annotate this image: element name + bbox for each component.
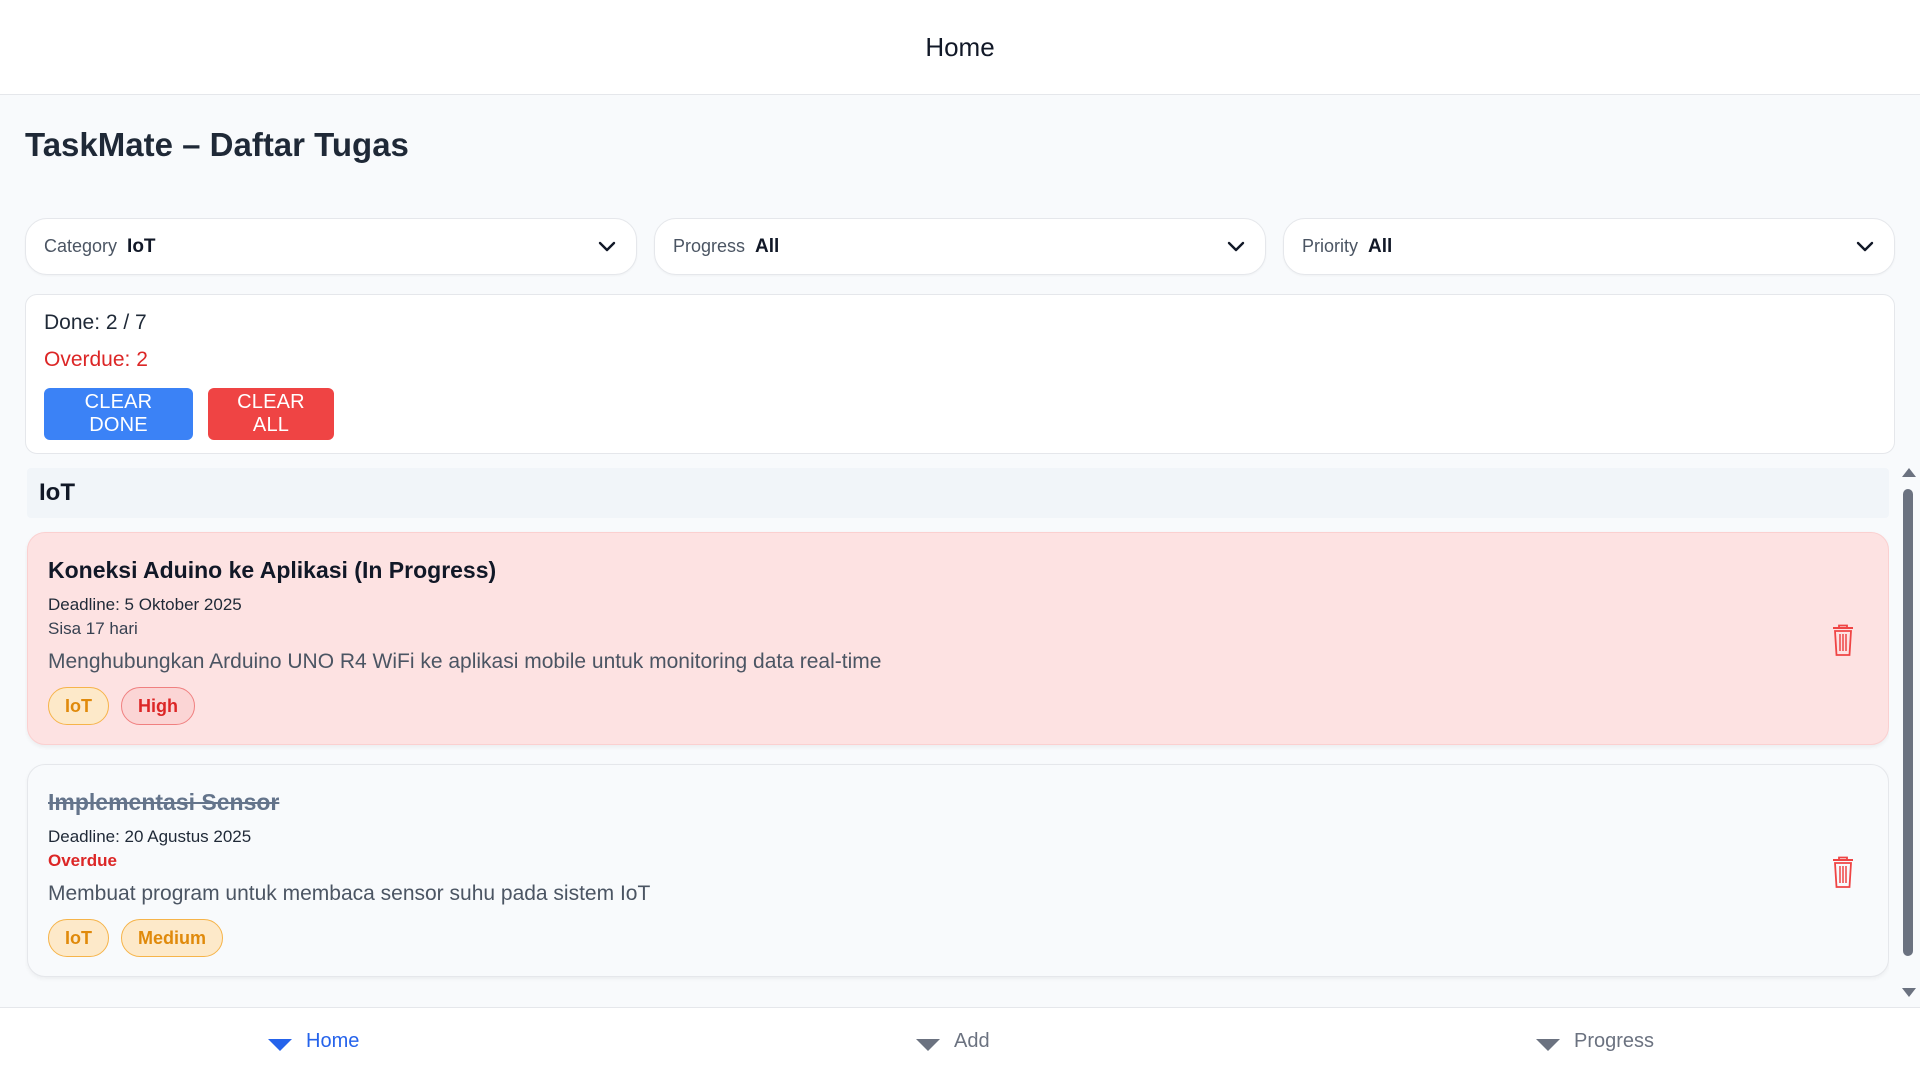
task-title: Implementasi Sensor (48, 789, 280, 815)
nav-progress[interactable]: Progress (1536, 1030, 1654, 1053)
nav-home[interactable]: Home (268, 1030, 359, 1053)
summary-card: Done: 2 / 7 Overdue: 2 CLEAR DONE CLEAR … (25, 294, 1895, 454)
task-overdue-label: Overdue (48, 851, 117, 870)
filter-label: Category (44, 236, 118, 256)
scrollbar-thumb[interactable] (1903, 489, 1913, 956)
task-list: IoT Koneksi Aduino ke Aplikasi (In Progr… (25, 468, 1889, 1003)
top-app-bar: Home (0, 0, 1920, 95)
app-bar-title: Home (925, 31, 995, 62)
chevron-down-icon (596, 236, 618, 258)
filter-value: All (1368, 235, 1393, 257)
task-description: Membuat program untuk membaca sensor suh… (48, 882, 651, 905)
nav-label: Progress (1574, 1030, 1655, 1052)
trash-icon[interactable] (1830, 855, 1856, 889)
progress-filter-dropdown[interactable]: Progress All (654, 218, 1266, 275)
page-title: TaskMate – Daftar Tugas (25, 126, 409, 163)
add-nav-icon (916, 1038, 940, 1051)
task-deadline: Deadline: 5 Oktober 2025 (48, 595, 242, 614)
filter-value: IoT (127, 235, 156, 257)
priority-tag: Medium (121, 919, 224, 957)
task-remaining: Sisa 17 hari (48, 619, 138, 638)
overdue-count: Overdue: 2 (44, 348, 148, 371)
task-card[interactable]: Implementasi Sensor Deadline: 20 Agustus… (27, 764, 1889, 977)
progress-nav-icon (1536, 1038, 1560, 1051)
filter-label: Progress (673, 236, 746, 256)
clear-all-button[interactable]: CLEAR ALL (208, 388, 334, 440)
task-deadline: Deadline: 20 Agustus 2025 (48, 827, 252, 846)
trash-icon[interactable] (1830, 623, 1856, 657)
nav-label: Home (306, 1030, 360, 1052)
task-description: Menghubungkan Arduino UNO R4 WiFi ke apl… (48, 650, 882, 673)
group-header: IoT (27, 468, 1889, 518)
done-count: Done: 2 / 7 (44, 311, 147, 334)
task-title: Koneksi Aduino ke Aplikasi (In Progress) (48, 557, 497, 583)
category-filter-dropdown[interactable]: Category IoT (25, 218, 637, 275)
chevron-down-icon (1225, 236, 1247, 258)
priority-tag: High (121, 687, 195, 725)
task-tags: IoT High (48, 687, 195, 725)
main-content: TaskMate – Daftar Tugas Category IoT Pro… (0, 96, 1920, 1007)
category-tag: IoT (48, 919, 109, 957)
filter-label: Priority (1302, 236, 1359, 256)
nav-label: Add (954, 1030, 990, 1052)
bottom-navigation: Home Add Progress (0, 1007, 1920, 1080)
nav-add[interactable]: Add (916, 1030, 990, 1053)
home-nav-icon (268, 1038, 292, 1051)
filter-value: All (755, 235, 780, 257)
scroll-up-arrow-icon[interactable] (1902, 468, 1916, 477)
chevron-down-icon (1854, 236, 1876, 258)
clear-done-button[interactable]: CLEAR DONE (44, 388, 193, 440)
priority-filter-dropdown[interactable]: Priority All (1283, 218, 1895, 275)
scrollbar[interactable] (1900, 464, 1916, 1001)
category-tag: IoT (48, 687, 109, 725)
task-card[interactable]: Koneksi Aduino ke Aplikasi (In Progress)… (27, 532, 1889, 745)
scroll-down-arrow-icon[interactable] (1902, 988, 1916, 997)
task-tags: IoT Medium (48, 919, 224, 957)
